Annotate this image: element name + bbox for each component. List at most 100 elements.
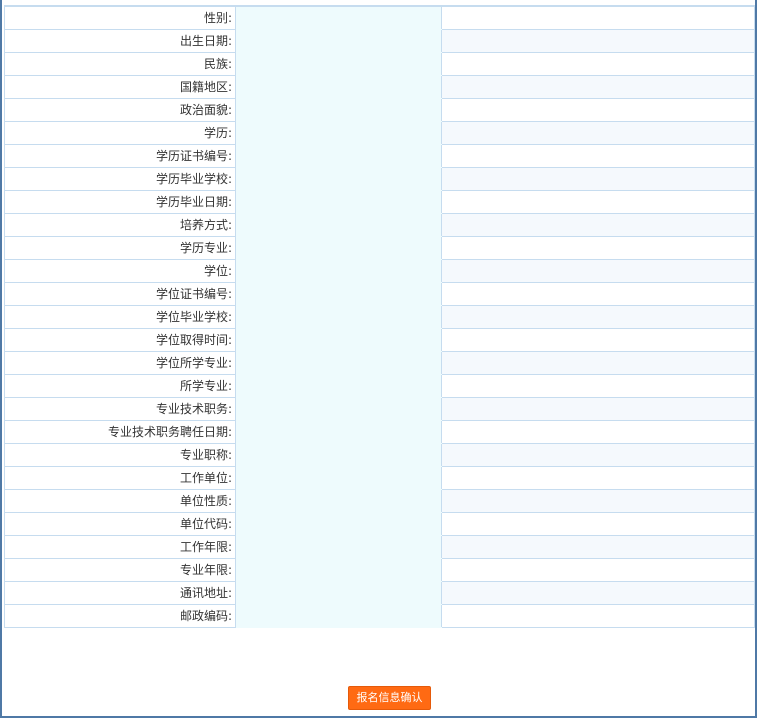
field-label: 专业技术职务聘任日期: — [4, 420, 236, 444]
field-extra-cell — [441, 144, 755, 168]
field-extra-cell — [441, 397, 755, 421]
field-label: 民族: — [4, 52, 236, 76]
field-extra-cell — [441, 420, 755, 444]
field-extra-cell — [441, 75, 755, 99]
field-label: 学历毕业日期: — [4, 190, 236, 214]
form-rows: 性别: 出生日期: 民族: 国籍地区: 政治面貌: 学历: 学历证书编号: 学历毕业学校: 学历… — [4, 5, 755, 628]
field-extra-cell — [441, 5, 755, 30]
form-row: 国籍地区: — [4, 75, 755, 99]
field-value — [235, 512, 442, 536]
field-value — [235, 29, 442, 53]
field-value — [235, 420, 442, 444]
field-extra-cell — [441, 282, 755, 306]
field-label: 工作年限: — [4, 535, 236, 559]
field-label: 工作单位: — [4, 466, 236, 490]
registration-info-table: 性别: 出生日期: 民族: 国籍地区: 政治面貌: 学历: 学历证书编号: 学历毕业学校: 学历… — [4, 5, 755, 628]
field-extra-cell — [441, 558, 755, 582]
field-value — [235, 489, 442, 513]
field-value — [235, 236, 442, 260]
form-row: 专业技术职务聘任日期: — [4, 420, 755, 444]
field-value — [235, 397, 442, 421]
field-label: 学位取得时间: — [4, 328, 236, 352]
field-label: 学位毕业学校: — [4, 305, 236, 329]
form-row: 工作年限: — [4, 535, 755, 559]
field-value — [235, 443, 442, 467]
field-label: 学位所学专业: — [4, 351, 236, 375]
form-row: 专业年限: — [4, 558, 755, 582]
form-row: 学位取得时间: — [4, 328, 755, 352]
field-value — [235, 144, 442, 168]
field-extra-cell — [441, 259, 755, 283]
field-value — [235, 581, 442, 605]
field-label: 邮政编码: — [4, 604, 236, 628]
field-value — [235, 98, 442, 122]
form-row: 学历毕业学校: — [4, 167, 755, 191]
field-label: 专业职称: — [4, 443, 236, 467]
registration-info-panel: 性别: 出生日期: 民族: 国籍地区: 政治面貌: 学历: 学历证书编号: 学历毕业学校: 学历… — [0, 0, 757, 718]
field-label: 通讯地址: — [4, 581, 236, 605]
field-extra-cell — [441, 167, 755, 191]
field-value — [235, 466, 442, 490]
field-value — [235, 5, 442, 30]
field-label: 出生日期: — [4, 29, 236, 53]
form-row: 学位证书编号: — [4, 282, 755, 306]
form-row: 学位毕业学校: — [4, 305, 755, 329]
field-extra-cell — [441, 190, 755, 214]
confirm-registration-button[interactable]: 报名信息确认 — [348, 686, 431, 710]
field-label: 所学专业: — [4, 374, 236, 398]
field-extra-cell — [441, 374, 755, 398]
field-value — [235, 604, 442, 628]
field-value — [235, 535, 442, 559]
form-row: 单位性质: — [4, 489, 755, 513]
field-label: 学位证书编号: — [4, 282, 236, 306]
field-label: 单位性质: — [4, 489, 236, 513]
form-row: 出生日期: — [4, 29, 755, 53]
field-extra-cell — [441, 489, 755, 513]
field-label: 学历证书编号: — [4, 144, 236, 168]
form-row: 培养方式: — [4, 213, 755, 237]
field-value — [235, 328, 442, 352]
field-label: 国籍地区: — [4, 75, 236, 99]
field-extra-cell — [441, 121, 755, 145]
form-row: 通讯地址: — [4, 581, 755, 605]
field-value — [235, 282, 442, 306]
form-row: 专业职称: — [4, 443, 755, 467]
field-extra-cell — [441, 443, 755, 467]
field-value — [235, 121, 442, 145]
field-extra-cell — [441, 98, 755, 122]
field-label: 性别: — [4, 5, 236, 30]
field-label: 学位: — [4, 259, 236, 283]
field-value — [235, 213, 442, 237]
form-row: 学历证书编号: — [4, 144, 755, 168]
field-extra-cell — [441, 351, 755, 375]
field-extra-cell — [441, 236, 755, 260]
field-extra-cell — [441, 328, 755, 352]
field-extra-cell — [441, 213, 755, 237]
form-row: 学位: — [4, 259, 755, 283]
form-row: 学历专业: — [4, 236, 755, 260]
field-label: 政治面貌: — [4, 98, 236, 122]
field-label: 专业技术职务: — [4, 397, 236, 421]
field-label: 培养方式: — [4, 213, 236, 237]
field-extra-cell — [441, 29, 755, 53]
form-row: 工作单位: — [4, 466, 755, 490]
form-row: 学位所学专业: — [4, 351, 755, 375]
field-value — [235, 167, 442, 191]
form-row: 专业技术职务: — [4, 397, 755, 421]
field-value — [235, 374, 442, 398]
field-extra-cell — [441, 581, 755, 605]
form-row: 民族: — [4, 52, 755, 76]
field-extra-cell — [441, 52, 755, 76]
form-row: 学历: — [4, 121, 755, 145]
field-extra-cell — [441, 604, 755, 628]
field-value — [235, 305, 442, 329]
field-label: 专业年限: — [4, 558, 236, 582]
field-value — [235, 52, 442, 76]
field-label: 学历专业: — [4, 236, 236, 260]
field-label: 单位代码: — [4, 512, 236, 536]
form-row: 性别: — [4, 5, 755, 30]
field-value — [235, 558, 442, 582]
field-value — [235, 259, 442, 283]
form-row: 所学专业: — [4, 374, 755, 398]
form-row: 学历毕业日期: — [4, 190, 755, 214]
